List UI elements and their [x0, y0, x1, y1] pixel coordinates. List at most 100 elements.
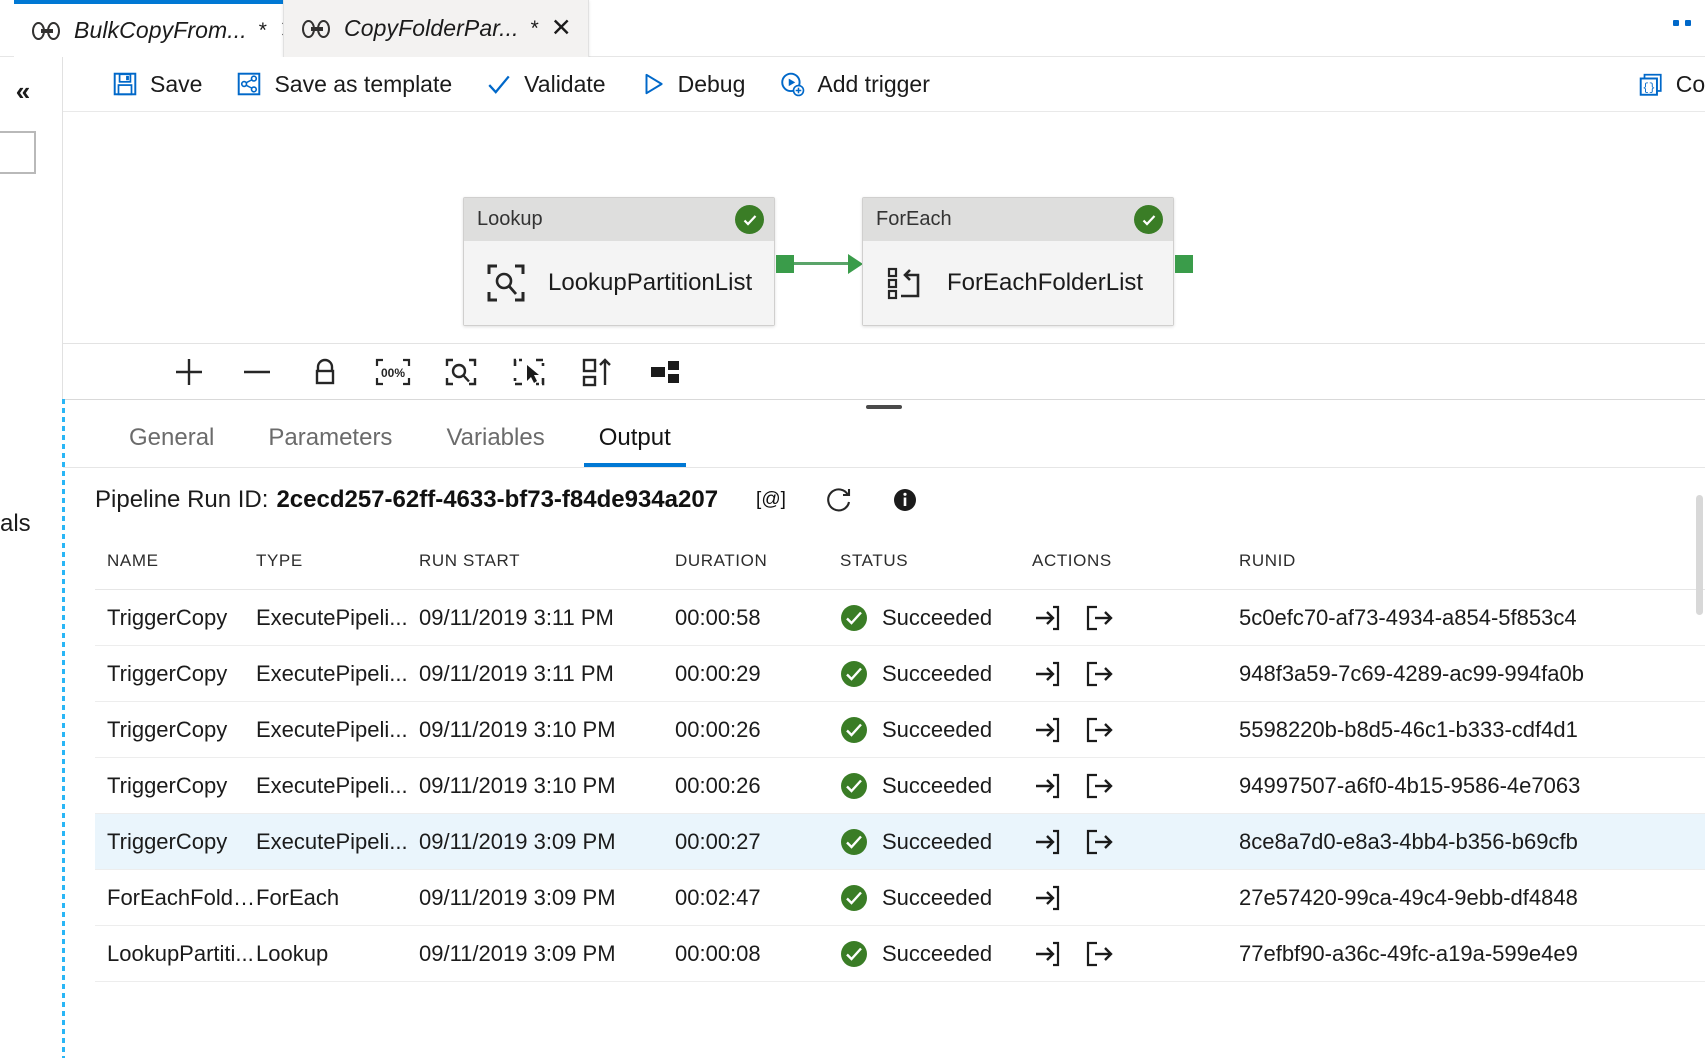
view-output-button[interactable] [1084, 771, 1114, 801]
expression-at-icon[interactable]: [@] [756, 489, 786, 511]
view-output-button[interactable] [1084, 603, 1114, 633]
lock-button[interactable] [291, 344, 359, 400]
view-input-button[interactable] [1032, 939, 1062, 969]
success-check-icon [1134, 205, 1163, 234]
cell-name: TriggerCopy [95, 605, 256, 631]
cell-type: ExecutePipeli... [256, 829, 419, 855]
cell-name: TriggerCopy [95, 661, 256, 687]
auto-align-button[interactable] [563, 344, 631, 400]
cell-run-start: 09/11/2019 3:11 PM [419, 605, 675, 631]
header-actions: ACTIONS [1032, 551, 1239, 571]
tab-output[interactable]: Output [572, 409, 698, 467]
zoom-to-fit-button[interactable] [427, 344, 495, 400]
vertical-scrollbar[interactable] [1696, 495, 1703, 615]
view-input-button[interactable] [1032, 883, 1062, 913]
header-runid: RUNID [1239, 551, 1705, 571]
cell-runid: 5598220b-b8d5-46c1-b333-cdf4d1 [1239, 717, 1705, 743]
view-output-button[interactable] [1084, 827, 1114, 857]
view-input-button[interactable] [1032, 715, 1062, 745]
cell-runid: 94997507-a6f0-4b15-9586-4e7063 [1239, 773, 1705, 799]
debug-button[interactable]: Debug [623, 57, 763, 112]
pipeline-toolbar: Save Save as template Validate Debu [63, 57, 1705, 112]
view-output-button[interactable] [1084, 659, 1114, 689]
view-output-button[interactable] [1084, 715, 1114, 745]
input-icon [1032, 883, 1062, 913]
table-row[interactable]: TriggerCopyExecutePipeli...09/11/2019 3:… [95, 702, 1705, 758]
debug-label: Debug [678, 71, 746, 98]
status-label: Succeeded [882, 829, 992, 855]
collapse-sidebar-button[interactable]: « [5, 73, 41, 109]
status-badge: Succeeded [840, 772, 1032, 800]
code-button[interactable]: {} Cod [1621, 57, 1705, 112]
save-button[interactable]: Save [95, 57, 219, 112]
connector-port[interactable] [1175, 255, 1193, 273]
save-as-template-button[interactable]: Save as template [219, 57, 469, 112]
success-check-icon [840, 660, 868, 688]
refresh-button[interactable] [824, 485, 854, 515]
view-input-button[interactable] [1032, 827, 1062, 857]
tab-dirty-indicator: * [531, 17, 539, 41]
info-button[interactable] [892, 487, 918, 513]
panel-resize-handle[interactable] [866, 405, 902, 409]
tab-output-label: Output [599, 424, 671, 452]
tab-parameters[interactable]: Parameters [241, 409, 419, 467]
activity-node-lookup[interactable]: Lookup LookupPartitionList [463, 197, 775, 326]
cell-type: ExecutePipeli... [256, 773, 419, 799]
table-row[interactable]: LookupPartiti...Lookup09/11/2019 3:09 PM… [95, 926, 1705, 982]
zoom-out-button[interactable] [223, 344, 291, 400]
pipeline-run-id-value[interactable]: 2cecd257-62ff-4633-bf73-f84de934a207 [276, 486, 718, 514]
connector-port[interactable] [776, 255, 794, 273]
info-icon [892, 487, 918, 513]
tab-variables[interactable]: Variables [419, 409, 571, 467]
cell-name: TriggerCopy [95, 773, 256, 799]
pipeline-canvas[interactable]: Lookup LookupPartitionList [63, 112, 1705, 343]
cell-actions [1032, 603, 1239, 633]
cell-actions [1032, 659, 1239, 689]
connector-arrow-icon [848, 254, 863, 274]
success-check-icon [840, 716, 868, 744]
marquee-select-button[interactable] [495, 344, 563, 400]
validate-button[interactable]: Validate [469, 57, 622, 112]
zoom-100-button[interactable]: 00% [359, 344, 427, 400]
cell-runid: 948f3a59-7c69-4289-ac99-994fa0b [1239, 661, 1705, 687]
output-icon [1084, 827, 1114, 857]
cell-duration: 00:00:29 [675, 661, 840, 687]
canvas-toolbar: 00% [63, 343, 1705, 399]
play-triangle-icon [640, 71, 666, 97]
refresh-icon [824, 485, 854, 515]
table-row[interactable]: TriggerCopyExecutePipeli...09/11/2019 3:… [95, 758, 1705, 814]
cell-duration: 00:00:58 [675, 605, 840, 631]
activity-node-foreach[interactable]: ForEach ForEachFolderList [862, 197, 1174, 326]
close-icon[interactable]: ✕ [551, 16, 572, 41]
cell-actions [1032, 827, 1239, 857]
status-label: Succeeded [882, 773, 992, 799]
foreach-loop-icon [885, 263, 925, 303]
view-input-button[interactable] [1032, 603, 1062, 633]
tab-general[interactable]: General [102, 409, 241, 467]
output-icon [1084, 939, 1114, 969]
sidebar-collapsed-stub[interactable] [0, 131, 36, 174]
tab-variables-label: Variables [446, 424, 544, 452]
more-options-icon[interactable] [1673, 20, 1691, 26]
tab-copyfolderpar[interactable]: CopyFolderPar... * ✕ [283, 0, 589, 57]
table-row[interactable]: TriggerCopyExecutePipeli...09/11/2019 3:… [95, 590, 1705, 646]
tab-bulkcopyfrom[interactable]: BulkCopyFrom... * ✕ [14, 0, 316, 57]
view-input-button[interactable] [1032, 771, 1062, 801]
header-type: TYPE [256, 551, 419, 571]
table-row[interactable]: ForEachFolde...ForEach09/11/2019 3:09 PM… [95, 870, 1705, 926]
cell-runid: 5c0efc70-af73-4934-a854-5f853c4 [1239, 605, 1705, 631]
view-output-button[interactable] [1084, 939, 1114, 969]
cell-runid: 27e57420-99ca-49c4-9ebb-df4848 [1239, 885, 1705, 911]
table-row[interactable]: TriggerCopyExecutePipeli...09/11/2019 3:… [95, 646, 1705, 702]
add-trigger-button[interactable]: Add trigger [762, 57, 947, 112]
cell-type: ForEach [256, 885, 419, 911]
cell-type: ExecutePipeli... [256, 717, 419, 743]
cell-name: TriggerCopy [95, 829, 256, 855]
layout-button[interactable] [631, 344, 699, 400]
cell-actions [1032, 939, 1239, 969]
view-input-button[interactable] [1032, 659, 1062, 689]
activity-name-label: ForEachFolderList [947, 269, 1143, 297]
table-row[interactable]: TriggerCopyExecutePipeli...09/11/2019 3:… [95, 814, 1705, 870]
input-icon [1032, 771, 1062, 801]
zoom-in-button[interactable] [155, 344, 223, 400]
